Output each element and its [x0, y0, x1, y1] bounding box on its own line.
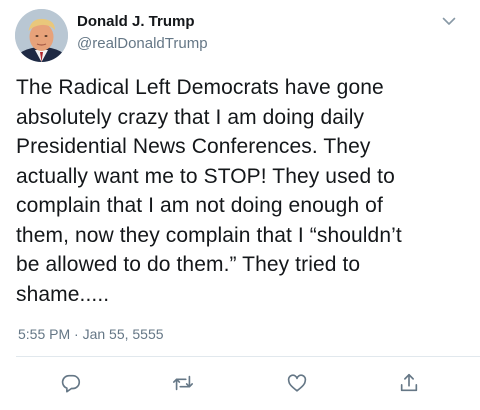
author-display-name[interactable]: Donald J. Trump [77, 13, 195, 31]
retweet-button[interactable] [172, 372, 194, 394]
profile-photo-icon [15, 9, 68, 62]
chevron-down-icon [442, 17, 456, 25]
reply-icon [61, 374, 81, 393]
tweet-text-line: them, now they complain that I “shouldn’… [16, 223, 402, 247]
actions-divider [16, 356, 480, 357]
tweet-text-line: absolutely crazy that I am doing daily [16, 105, 365, 129]
tweet-text-line: complain that I am not doing enough of [16, 194, 383, 217]
like-icon [287, 374, 307, 392]
tweet-menu-button[interactable] [440, 12, 458, 30]
tweet-text-line: be allowed to do them.” They tried to [16, 253, 361, 276]
avatar[interactable] [15, 9, 68, 62]
tweet-text-line: shame..... [16, 282, 110, 306]
reply-button[interactable] [60, 372, 82, 394]
share-button[interactable] [398, 372, 420, 394]
tweet-text: The Radical Left Democrats have gone abs… [16, 73, 474, 309]
author-handle[interactable]: @realDonaldTrump [77, 35, 208, 53]
share-icon [400, 373, 418, 392]
tweet-text-line: Presidential News Conferences. They [16, 135, 371, 158]
tweet-text-line: actually want me to STOP! They used to [16, 164, 395, 188]
tweet-timestamp[interactable]: 5:55 PM · Jan 55, 5555 [18, 325, 164, 343]
tweet-text-line: The Radical Left Democrats have gone [16, 76, 384, 99]
like-button[interactable] [286, 372, 308, 394]
retweet-icon [173, 375, 193, 391]
